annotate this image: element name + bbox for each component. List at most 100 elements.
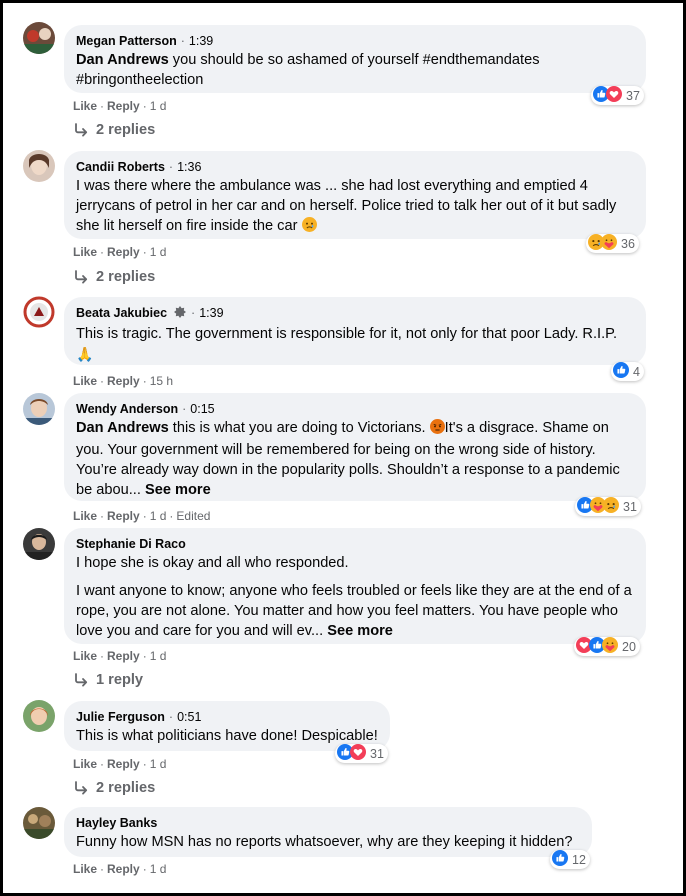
see-more-link[interactable]: See more — [327, 623, 393, 639]
reaction-summary[interactable]: 12 — [550, 850, 590, 869]
comment-age[interactable]: 15 h — [150, 374, 173, 388]
like-button[interactable]: Like — [73, 757, 97, 771]
view-replies-button[interactable]: 2 replies — [73, 779, 155, 797]
replies-label: 2 replies — [96, 269, 156, 285]
like-button[interactable]: Like — [73, 374, 97, 388]
comment-time[interactable]: 1:39 — [199, 306, 223, 320]
view-replies-button[interactable]: 2 replies — [73, 121, 155, 139]
comment-bubble: Candii Roberts · 1:36 I was there where th… — [64, 151, 646, 239]
edited-label[interactable]: Edited — [176, 509, 210, 523]
comment-age[interactable]: 1 d — [150, 649, 167, 663]
comment-age[interactable]: 1 d — [150, 245, 167, 259]
comment-bubble: Hayley Banks Funny how MSN has no report… — [64, 807, 592, 857]
reaction-summary[interactable]: 37 — [591, 86, 644, 105]
comment-body: This is what politicians have done! Desp… — [76, 728, 378, 744]
comment-time[interactable]: 0:51 — [177, 710, 201, 724]
reply-arrow-icon — [73, 780, 89, 796]
angry-face-emoji-icon — [430, 419, 445, 440]
like-icon — [613, 362, 629, 381]
reaction-summary[interactable]: 36 — [586, 234, 639, 253]
folded-hands-emoji-icon: 🙏 — [76, 346, 94, 362]
comment-text: I was there where the ambulance was ... … — [76, 176, 634, 238]
reaction-count: 37 — [626, 88, 640, 103]
comment-text: This is what politicians have done! Desp… — [76, 726, 378, 746]
comment-text: Funny how MSN has no reports whatsoever,… — [76, 832, 580, 852]
separator-dot: · — [191, 306, 196, 320]
love-icon — [606, 86, 622, 105]
view-replies-button[interactable]: 2 replies — [73, 268, 155, 286]
comment-author[interactable]: Hayley Banks — [76, 816, 157, 830]
reaction-count: 31 — [370, 746, 384, 761]
reply-button[interactable]: Reply — [107, 757, 140, 771]
replies-label: 2 replies — [96, 780, 156, 796]
reaction-count: 4 — [633, 364, 640, 379]
reply-arrow-icon — [73, 269, 89, 285]
reply-button[interactable]: Reply — [107, 245, 140, 259]
reply-arrow-icon — [73, 122, 89, 138]
separator-dot: · — [168, 160, 174, 174]
top-fan-badge-icon[interactable] — [173, 305, 187, 323]
avatar[interactable] — [23, 807, 55, 839]
reaction-summary[interactable]: 31 — [335, 744, 388, 763]
comment-age[interactable]: 1 d — [150, 757, 167, 771]
reaction-summary[interactable]: 31 — [575, 497, 641, 516]
like-button[interactable]: Like — [73, 245, 97, 259]
reply-button[interactable]: Reply — [107, 862, 140, 876]
comment-time[interactable]: 1:36 — [177, 160, 201, 174]
reply-button[interactable]: Reply — [107, 374, 140, 388]
mention-link[interactable]: Dan Andrews — [76, 420, 169, 436]
separator-dot: · — [168, 710, 174, 724]
comment-author[interactable]: Julie Ferguson — [76, 710, 165, 724]
reply-button[interactable]: Reply — [107, 649, 140, 663]
see-more-link[interactable]: See more — [145, 482, 211, 498]
like-button[interactable]: Like — [73, 649, 97, 663]
sad-face-emoji-icon — [302, 217, 317, 238]
comment-actions: Like · Reply · 1 d — [73, 757, 167, 771]
comment-text: Dan Andrews this is what you are doing t… — [76, 418, 634, 500]
comment-actions: Like · Reply · 15 h — [73, 374, 174, 388]
like-button[interactable]: Like — [73, 509, 97, 523]
avatar[interactable] — [23, 393, 55, 425]
comment-author[interactable]: Candii Roberts — [76, 160, 165, 174]
comments-panel: Megan Patterson · 1:39 Dan Andrews you sho… — [0, 0, 686, 896]
reply-arrow-icon — [73, 672, 89, 688]
separator-dot: · — [182, 402, 187, 416]
comment-bubble: Stephanie Di Raco I hope she is okay and… — [64, 528, 646, 644]
comment-bubble: Megan Patterson · 1:39 Dan Andrews you sho… — [64, 25, 646, 93]
reply-button[interactable]: Reply — [107, 99, 140, 113]
comment-body: I was there where the ambulance was ... … — [76, 178, 617, 234]
replies-label: 1 reply — [96, 672, 144, 688]
avatar[interactable] — [23, 22, 55, 54]
comment-time[interactable]: 1:39 — [189, 34, 213, 48]
avatar[interactable] — [23, 700, 55, 732]
comment-actions: Like · Reply · 1 d — [73, 862, 167, 876]
reaction-count: 20 — [622, 639, 636, 654]
sad-icon — [603, 497, 619, 516]
mention-link[interactable]: Dan Andrews — [76, 52, 169, 68]
comment-age[interactable]: 1 d — [150, 862, 167, 876]
care-icon — [602, 637, 618, 656]
reaction-summary[interactable]: 20 — [574, 637, 640, 656]
avatar[interactable] — [23, 528, 55, 560]
like-icon — [552, 850, 568, 869]
like-button[interactable]: Like — [73, 862, 97, 876]
view-replies-button[interactable]: 1 reply — [73, 671, 143, 689]
avatar[interactable] — [23, 296, 55, 328]
comment-author[interactable]: Stephanie Di Raco — [76, 537, 186, 551]
comment-time[interactable]: 0:15 — [190, 402, 214, 416]
reply-button[interactable]: Reply — [107, 509, 140, 523]
comment-text: I hope she is okay and all who responded… — [76, 553, 634, 641]
comment-age[interactable]: 1 d — [150, 99, 167, 113]
like-button[interactable]: Like — [73, 99, 97, 113]
reaction-count: 36 — [621, 236, 635, 251]
reaction-summary[interactable]: 4 — [611, 362, 644, 381]
love-icon — [350, 744, 366, 763]
comment-author[interactable]: Beata Jakubiec — [76, 306, 167, 320]
comment-age[interactable]: 1 d — [150, 509, 167, 523]
comment-actions: Like · Reply · 1 d — [73, 245, 167, 259]
avatar[interactable] — [23, 150, 55, 182]
comment-author[interactable]: Wendy Anderson — [76, 402, 178, 416]
separator-dot: · — [180, 34, 185, 48]
comment-actions: Like · Reply · 1 d · Edited — [73, 509, 211, 523]
comment-author[interactable]: Megan Patterson — [76, 34, 177, 48]
